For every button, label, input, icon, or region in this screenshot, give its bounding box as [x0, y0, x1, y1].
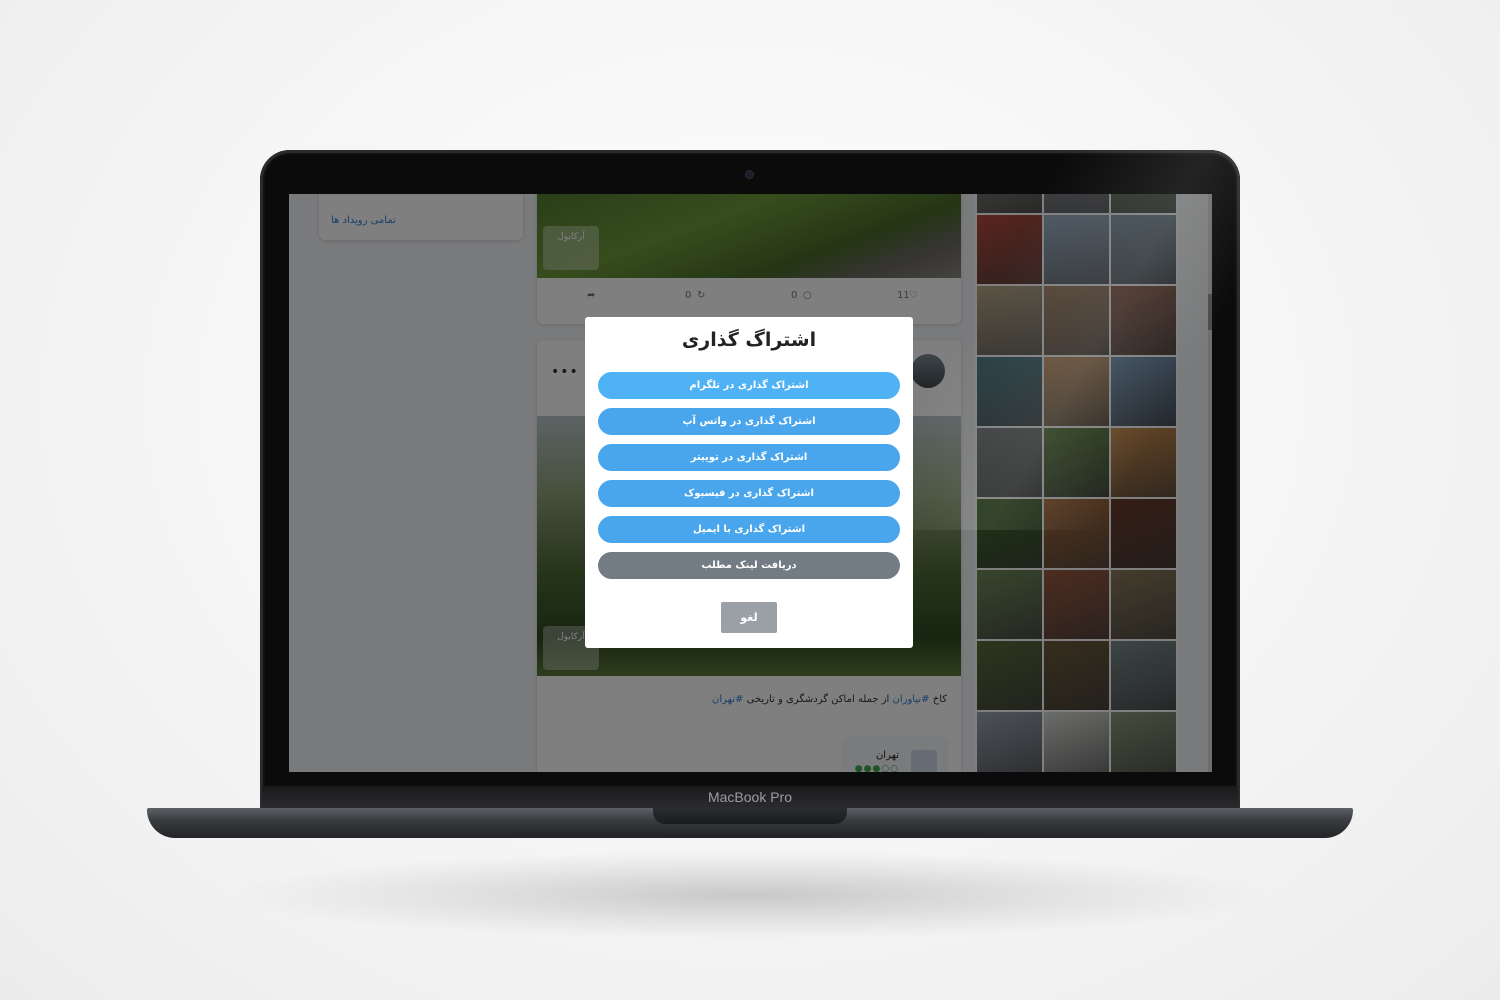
share-email-button[interactable]: اشتراک گذاری با ایمیل	[598, 516, 900, 543]
brand-label: MacBook Pro	[707, 789, 793, 805]
share-twitter-button[interactable]: اشتراک گذاری در توییتر	[598, 444, 900, 471]
share-facebook-button[interactable]: اشتراک گذاری در فیسبوک	[598, 480, 900, 507]
laptop-shadow	[230, 850, 1270, 940]
laptop-notch	[653, 808, 847, 824]
cancel-button[interactable]: لغو	[721, 602, 777, 633]
share-whatsapp-button[interactable]: اشتراک گذاری در واتس آپ	[598, 408, 900, 435]
laptop-screen: تمامی رویداد ها آرکایول ➦ 0 ↻ 0 ○ 11 ♡ •…	[289, 194, 1212, 772]
camera-icon	[746, 171, 753, 178]
get-link-button[interactable]: دریافت لینک مطلب	[598, 552, 900, 579]
modal-title: اشتراگ گذاری	[681, 329, 817, 351]
share-modal: اشتراگ گذاری اشتراک گذاری در تلگرام اشتر…	[585, 317, 913, 648]
share-telegram-button[interactable]: اشتراک گذاری در تلگرام	[598, 372, 900, 399]
